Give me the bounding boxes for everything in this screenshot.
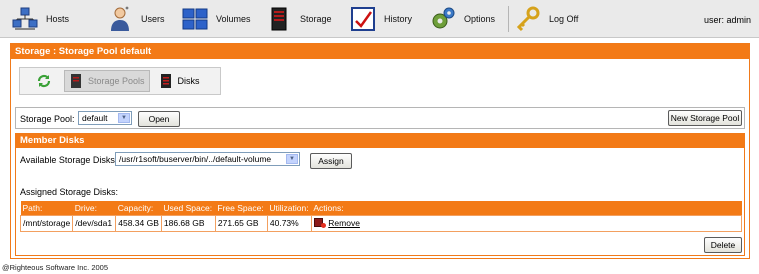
storage-panel: Storage : Storage Pool default Storage P…	[10, 43, 750, 259]
nav-history[interactable]: History	[350, 5, 412, 33]
available-disks-label: Available Storage Disks	[20, 155, 115, 165]
storage-pool-label: Storage Pool:	[20, 114, 75, 124]
storage-pool-selected: default	[82, 113, 108, 123]
new-storage-pool-button[interactable]: New Storage Pool	[668, 110, 742, 126]
volumes-icon	[182, 6, 208, 32]
key-icon	[515, 6, 541, 32]
table-row: /mnt/storage /dev/sda1 458.34 GB 186.68 …	[19, 214, 743, 232]
refresh-icon	[36, 73, 51, 89]
refresh-button[interactable]	[32, 70, 59, 92]
cell-drive: /dev/sda1	[72, 214, 117, 232]
tab-disks-label: Disks	[177, 76, 200, 86]
cell-used-space: 186.68 GB	[160, 214, 216, 232]
nav-options-label: Options	[464, 14, 496, 24]
remove-link[interactable]: Remove	[328, 218, 360, 228]
nav-storage[interactable]: Storage	[266, 5, 332, 33]
cell-utilization: 40.73%	[266, 214, 312, 232]
cell-capacity: 458.34 GB	[115, 214, 162, 232]
delete-button[interactable]: Delete	[704, 237, 742, 253]
column-header-free-space: Free Space:	[215, 201, 268, 215]
column-header-capacity: Capacity:	[115, 201, 162, 215]
column-header-path: Path:	[20, 201, 73, 215]
hosts-icon	[12, 6, 38, 32]
tab-storage-pools[interactable]: Storage Pools	[64, 70, 150, 92]
storage-toolbar: Storage Pools Disks	[19, 67, 221, 95]
member-disks-title: Member Disks	[16, 134, 744, 148]
available-disks-selected: /usr/r1soft/buserver/bin/../default-volu…	[119, 154, 272, 164]
assign-button[interactable]: Assign	[310, 153, 352, 169]
column-header-drive: Drive:	[72, 201, 116, 215]
page-title: Storage : Storage Pool default	[11, 44, 749, 59]
nav-hosts[interactable]: Hosts	[12, 5, 69, 33]
nav-options[interactable]: Options	[430, 5, 495, 33]
column-header-used-space: Used Space:	[161, 201, 216, 215]
users-icon	[107, 6, 133, 32]
nav-users[interactable]: Users	[107, 5, 165, 33]
member-disks-section: Member Disks Available Storage Disks /us…	[15, 133, 745, 256]
cell-free-space: 271.65 GB	[214, 214, 268, 232]
footer-copyright: @Righteous Software Inc. 2005	[2, 263, 109, 272]
tab-storage-pools-label: Storage Pools	[88, 76, 145, 86]
disk-icon	[159, 73, 173, 89]
storage-pool-row: Storage Pool: default ▼ Open New Storage…	[15, 107, 745, 129]
assigned-disks-table: Path: Drive: Capacity: Used Space: Free …	[19, 201, 743, 232]
nav-volumes-label: Volumes	[216, 14, 251, 24]
options-icon	[430, 6, 456, 32]
table-header-row: Path: Drive: Capacity: Used Space: Free …	[20, 201, 742, 215]
storage-icon	[266, 6, 292, 32]
column-header-utilization: Utilization:	[267, 201, 312, 215]
cell-actions: Remove	[310, 214, 743, 232]
cell-path: /mnt/storage	[19, 214, 74, 232]
nav-logoff-label: Log Off	[549, 14, 579, 24]
nav-volumes[interactable]: Volumes	[182, 5, 251, 33]
remove-icon[interactable]	[313, 218, 326, 228]
chevron-down-icon: ▼	[118, 113, 130, 123]
storage-pool-icon	[69, 73, 83, 89]
open-button[interactable]: Open	[138, 111, 180, 127]
current-user: user: admin	[703, 15, 751, 25]
nav-logoff[interactable]: Log Off	[515, 5, 578, 33]
column-header-actions: Actions:	[311, 201, 742, 215]
nav-storage-label: Storage	[300, 14, 332, 24]
nav-separator	[508, 6, 509, 32]
assigned-disks-label: Assigned Storage Disks:	[20, 187, 119, 197]
storage-pool-select[interactable]: default ▼	[78, 111, 132, 125]
nav-hosts-label: Hosts	[46, 14, 70, 24]
nav-users-label: Users	[141, 14, 165, 24]
top-navigation: Hosts Users Volumes Storage History Opti…	[0, 0, 759, 38]
history-icon	[350, 6, 376, 32]
available-disks-select[interactable]: /usr/r1soft/buserver/bin/../default-volu…	[115, 152, 300, 166]
nav-history-label: History	[384, 14, 413, 24]
chevron-down-icon: ▼	[286, 154, 298, 164]
tab-disks[interactable]: Disks	[155, 70, 204, 92]
